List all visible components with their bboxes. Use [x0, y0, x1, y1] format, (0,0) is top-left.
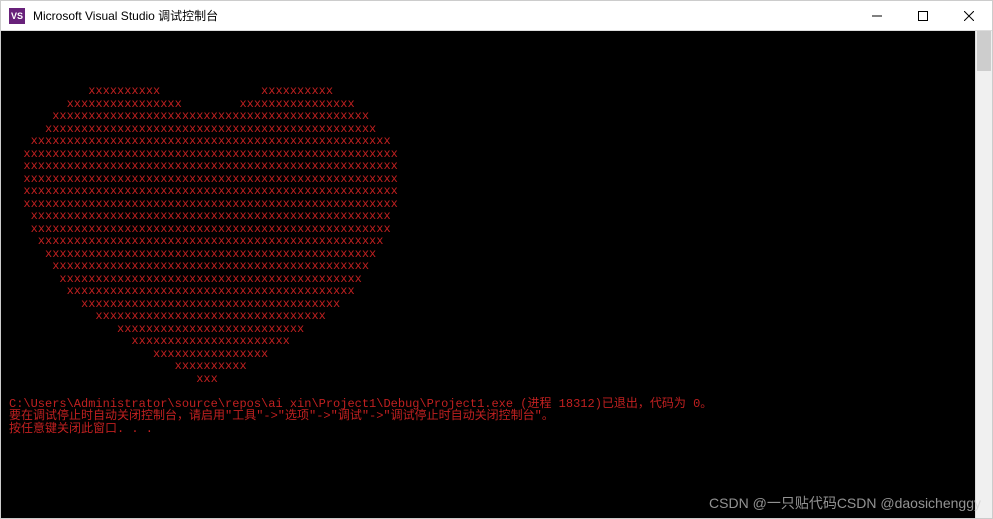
console-line: xxxxxxxxxx xxxxxxxxxx: [9, 85, 967, 98]
console-line: [9, 48, 967, 61]
console-line: xxxxxxxxxxxxxxxxxxxxxxxxxxxxxxxx: [9, 310, 967, 323]
titlebar: VS Microsoft Visual Studio 调试控制台: [1, 1, 992, 31]
console-line: [9, 35, 967, 48]
console-line: xxxxxxxxxxxxxxxxxxxxxxxxxxxxxxxxxxxxxxxx…: [9, 210, 967, 223]
close-icon: [964, 11, 974, 21]
console-line: 按任意键关闭此窗口. . .: [9, 423, 967, 436]
console-line: xxxxxxxxxxxxxxxxxxxxxxxxxxxxxxxxxxxxxxxx…: [9, 135, 967, 148]
scrollbar-thumb[interactable]: [977, 31, 991, 71]
window-title: Microsoft Visual Studio 调试控制台: [33, 7, 854, 24]
app-icon: VS: [9, 8, 25, 24]
console-line: xxxxxxxxxxxxxxxxxxxxxxxxxxxxxxxxxxxxxxxx…: [9, 185, 967, 198]
console-area: xxxxxxxxxx xxxxxxxxxx xxxxxxxxxxxxxxxx x…: [1, 31, 992, 518]
console-line: xxxxxxxxxxxxxxxxxxxxxxxxxxxxxxxxxxxxxxxx…: [9, 235, 967, 248]
console-line: [9, 385, 967, 398]
close-button[interactable]: [946, 1, 992, 30]
maximize-button[interactable]: [900, 1, 946, 30]
console-line: xxxxxxxxxxxxxxxxxxxxxxxxxxxxxxxxxxxxxxxx…: [9, 160, 967, 173]
maximize-icon: [918, 11, 928, 21]
console-window: VS Microsoft Visual Studio 调试控制台 xxxxxxx…: [0, 0, 993, 519]
minimize-button[interactable]: [854, 1, 900, 30]
vertical-scrollbar[interactable]: [975, 31, 992, 518]
minimize-icon: [872, 11, 882, 21]
console-line: xxxxxxxxxxxxxxxxxxxxxxxxxxxxxxxxxxxxxxxx…: [9, 260, 967, 273]
console-line: xxxxxxxxxxxxxxxxxxxxxxxxxxxxxxxxxxxxxxxx…: [9, 110, 967, 123]
console-line: xxxxxxxxxxxxxxxxxxxxxxxxxxxxxxxxxxxxxxxx: [9, 285, 967, 298]
console-output[interactable]: xxxxxxxxxx xxxxxxxxxx xxxxxxxxxxxxxxxx x…: [1, 31, 975, 518]
console-line: xxx: [9, 373, 967, 386]
console-line: xxxxxxxxxx: [9, 360, 967, 373]
console-line: 要在调试停止时自动关闭控制台，请启用"工具"->"选项"->"调试"->"调试停…: [9, 410, 967, 423]
console-line: xxxxxxxxxxxxxxxxxxxxxx: [9, 335, 967, 348]
window-controls: [854, 1, 992, 30]
console-line: [9, 60, 967, 73]
